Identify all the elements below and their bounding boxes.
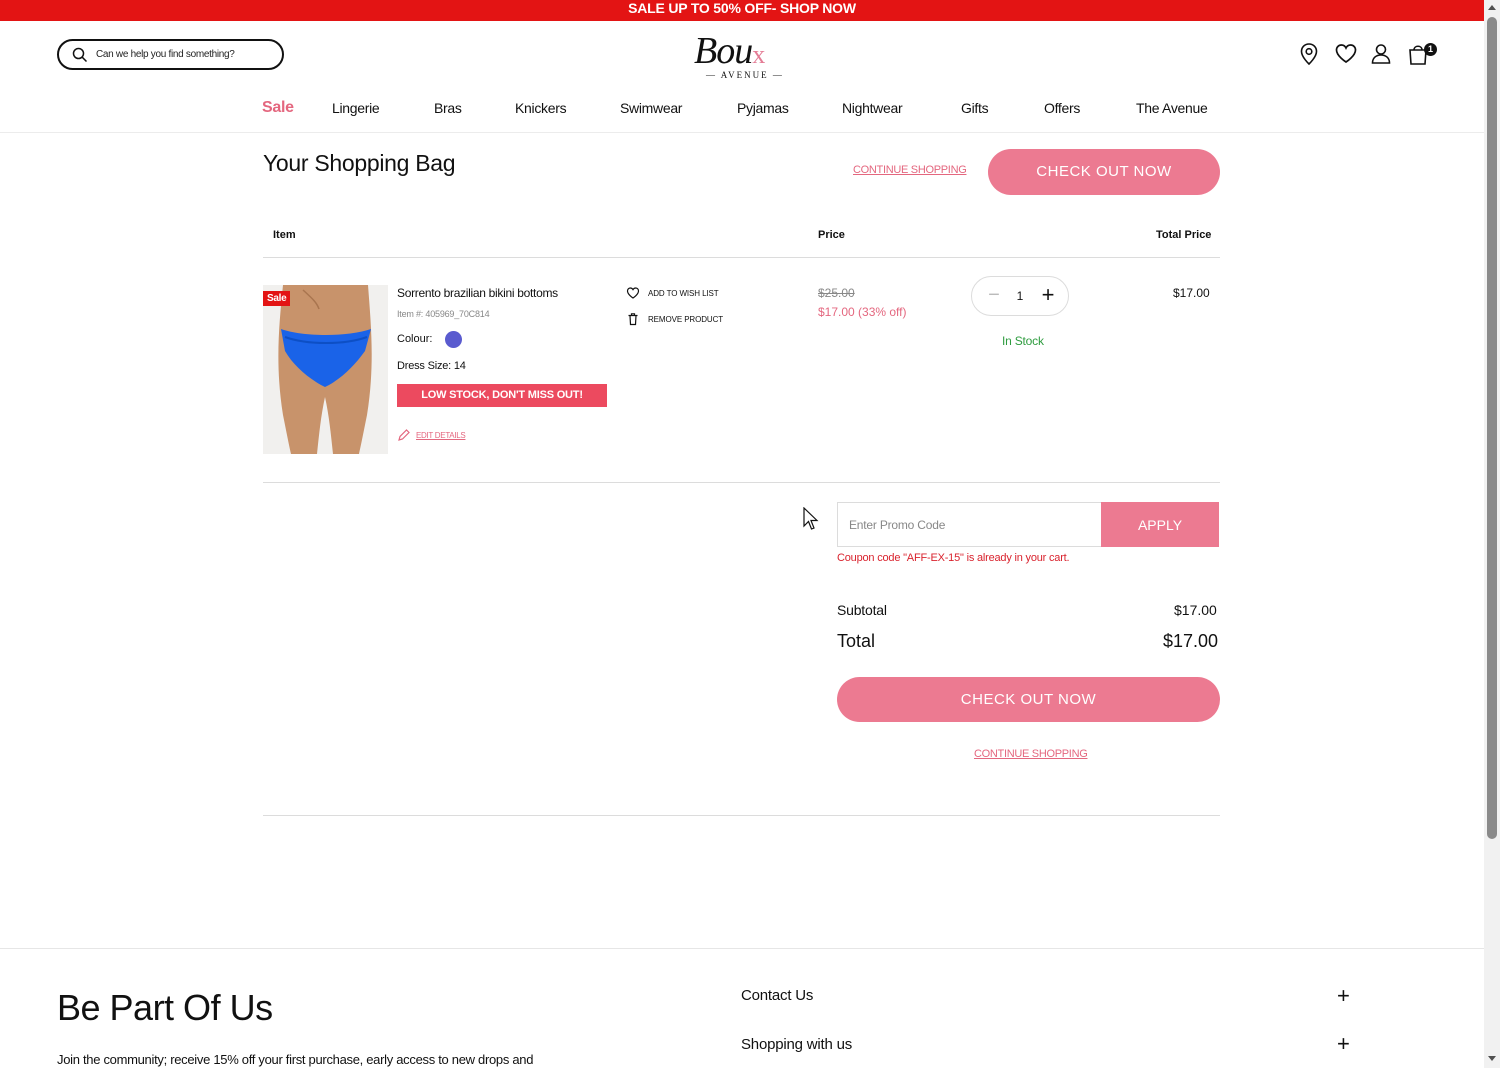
total-value: $17.00	[1163, 631, 1219, 651]
original-price: $25.00	[818, 286, 855, 300]
quantity-stepper[interactable]: − 1 +	[971, 276, 1069, 316]
continue-shopping-link-top[interactable]: CONTINUE SHOPPING	[853, 164, 967, 176]
mouse-cursor-icon	[803, 507, 819, 530]
accordion-shopping-with-us[interactable]: Shopping with us	[741, 1036, 852, 1053]
quantity-value[interactable]: 1	[1010, 289, 1030, 303]
column-header-price: Price	[818, 229, 845, 241]
column-header-total: Total Price	[1156, 229, 1212, 241]
coupon-error-message: Coupon code "AFF-EX-15" is already in yo…	[837, 552, 1070, 564]
checkout-button-top[interactable]: CHECK OUT NOW	[988, 149, 1220, 195]
subtotal-label: Subtotal	[837, 602, 887, 618]
product-sku: Item #: 405969_70C814	[397, 309, 490, 319]
remove-product-label: REMOVE PRODUCT	[648, 315, 724, 324]
page-title: Your Shopping Bag	[263, 150, 456, 176]
cart-count-badge: 1	[1424, 43, 1437, 56]
add-to-wishlist-action[interactable]: ADD TO WISH LIST	[626, 286, 719, 302]
search-icon	[72, 47, 88, 63]
product-image[interactable]: Sale	[263, 285, 388, 454]
search-input[interactable]	[96, 46, 276, 63]
wishlist-heart-icon[interactable]	[1333, 41, 1359, 67]
product-name[interactable]: Sorrento brazilian bikini bottoms	[397, 286, 558, 300]
promo-banner[interactable]: SALE UP TO 50% OFF- SHOP NOW	[0, 0, 1484, 21]
main-nav: Sale Lingerie Bras Knickers Swimwear Pyj…	[0, 95, 1484, 133]
accordion-contact-us[interactable]: Contact Us	[741, 987, 813, 1004]
trash-icon	[628, 313, 638, 326]
sale-price: $17.00 (33% off)	[818, 305, 907, 319]
nav-item-the-avenue[interactable]: The Avenue	[1136, 100, 1208, 116]
divider	[263, 815, 1220, 816]
scrollbar[interactable]	[1484, 0, 1500, 1068]
product-size: Dress Size: 14	[397, 360, 466, 372]
column-header-item: Item	[273, 229, 296, 241]
scroll-down-arrow-icon[interactable]	[1488, 1056, 1496, 1061]
total-label: Total	[837, 631, 876, 651]
nav-item-bras[interactable]: Bras	[434, 100, 462, 116]
footer-newsletter-text: Join the community; receive 15% off your…	[57, 1052, 534, 1067]
pencil-icon	[398, 429, 410, 441]
store-locator-icon[interactable]	[1296, 41, 1322, 67]
checkout-button-bottom[interactable]: CHECK OUT NOW	[837, 677, 1220, 722]
logo[interactable]: Boux — AVENUE —	[686, 29, 796, 85]
search-box[interactable]	[57, 39, 284, 70]
subtotal-value: $17.00	[1174, 602, 1217, 618]
divider	[263, 482, 1220, 483]
colour-label: Colour:	[397, 333, 433, 345]
nav-item-knickers[interactable]: Knickers	[515, 100, 567, 116]
continue-shopping-link-bottom[interactable]: CONTINUE SHOPPING	[974, 748, 1088, 760]
footer-divider	[0, 948, 1484, 949]
low-stock-badge: LOW STOCK, DON'T MISS OUT!	[397, 384, 607, 407]
nav-item-swimwear[interactable]: Swimwear	[620, 100, 682, 116]
expand-plus-icon[interactable]: +	[1337, 983, 1350, 1009]
edit-details-link[interactable]: EDIT DETAILS	[416, 431, 466, 440]
product-photo-illustration	[278, 285, 372, 454]
divider	[263, 257, 1220, 258]
scrollbar-thumb[interactable]	[1487, 17, 1497, 839]
footer-title: Be Part Of Us	[57, 987, 273, 1028]
nav-item-sale[interactable]: Sale	[262, 99, 294, 117]
edit-details-row[interactable]: EDIT DETAILS	[397, 428, 466, 447]
remove-product-action[interactable]: REMOVE PRODUCT	[626, 312, 723, 328]
increase-quantity-button[interactable]: +	[1038, 283, 1058, 307]
apply-promo-button[interactable]: APPLY	[1101, 502, 1219, 547]
nav-item-lingerie[interactable]: Lingerie	[332, 100, 380, 116]
decrease-quantity-button[interactable]: −	[984, 285, 1004, 307]
nav-item-pyjamas[interactable]: Pyjamas	[737, 100, 789, 116]
scroll-up-arrow-icon[interactable]	[1488, 5, 1496, 10]
nav-item-nightwear[interactable]: Nightwear	[842, 100, 903, 116]
logo-wordmark: Boux	[694, 30, 765, 72]
promo-code-input[interactable]	[837, 502, 1101, 547]
account-icon[interactable]	[1368, 41, 1394, 67]
nav-item-offers[interactable]: Offers	[1044, 100, 1080, 116]
line-total-price: $17.00	[1173, 286, 1210, 300]
sale-tag: Sale	[263, 291, 291, 306]
nav-item-gifts[interactable]: Gifts	[961, 100, 989, 116]
stock-status: In Stock	[1002, 334, 1044, 348]
colour-swatch	[445, 331, 462, 348]
expand-plus-icon[interactable]: +	[1337, 1031, 1350, 1057]
heart-icon	[626, 287, 640, 299]
add-to-wishlist-label: ADD TO WISH LIST	[648, 289, 719, 298]
page: Boux — AVENUE — 1 Sale Lingerie Bras Kni…	[0, 21, 1484, 1068]
logo-subtitle: — AVENUE —	[706, 70, 784, 80]
